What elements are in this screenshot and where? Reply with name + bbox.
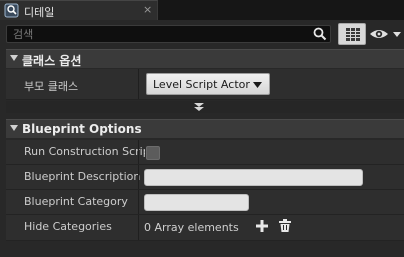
details-panel: 클래스 옵션 부모 클래스 Level Script Actor Bluepri… [0,20,404,257]
tab-bar: 디테일 × [0,0,404,20]
expand-down-icon [194,103,204,111]
parent-class-dropdown[interactable]: Level Script Actor [146,73,270,95]
trash-icon[interactable] [279,219,291,232]
run-construction-label: Run Construction Script [24,145,145,158]
tab-close-icon[interactable]: × [143,3,152,16]
blueprint-category-row: Blueprint Category [6,190,404,215]
blueprint-options-header[interactable]: Blueprint Options [6,119,404,138]
tab-title: 디테일 [24,6,55,19]
blueprint-category-label: Blueprint Category [24,195,128,208]
column-divider [138,190,139,214]
section-title: 클래스 옵션 [22,54,82,68]
chevron-down-icon [253,82,262,88]
blueprint-description-input[interactable] [145,170,362,185]
column-divider [138,165,139,189]
run-construction-row: Run Construction Script [6,140,404,165]
view-options-button[interactable] [338,23,366,45]
collapse-arrow-icon [10,55,18,61]
search-input[interactable] [13,27,293,41]
advanced-expander[interactable] [6,101,404,113]
column-divider [138,69,139,99]
class-options-header[interactable]: 클래스 옵션 [6,49,404,68]
parent-class-row: 부모 클래스 Level Script Actor [6,69,404,100]
search-box [6,25,331,43]
parent-class-value: Level Script Actor [153,78,250,91]
search-row [6,23,404,45]
eye-icon[interactable] [369,26,403,42]
collapse-arrow-icon [10,125,18,131]
add-icon[interactable] [256,220,268,232]
column-divider [138,215,139,240]
parent-class-label: 부모 클래스 [24,80,79,93]
tab-details[interactable]: 디테일 × [0,0,158,20]
array-count: 0 Array elements [144,221,239,234]
hide-categories-row: Hide Categories 0 Array elements [6,215,404,241]
section-title: Blueprint Options [22,122,142,136]
run-construction-checkbox[interactable] [146,146,160,160]
blueprint-category-field[interactable] [144,194,249,211]
blueprint-description-label: Blueprint Description [24,170,141,183]
hide-categories-label: Hide Categories [24,220,112,233]
search-icon[interactable] [313,27,327,41]
details-magnifier-icon [4,3,19,18]
blueprint-description-field[interactable] [144,169,363,186]
column-divider [138,140,139,164]
grid-view-icon [346,28,360,41]
blueprint-category-input[interactable] [145,195,248,210]
blueprint-description-row: Blueprint Description [6,165,404,190]
